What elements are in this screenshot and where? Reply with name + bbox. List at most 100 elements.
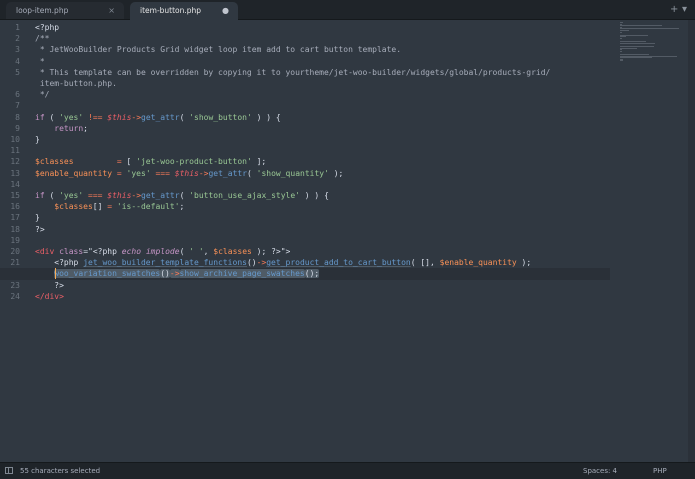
line-number: 2: [15, 34, 20, 44]
code-token: ->: [256, 258, 267, 268]
line-number: 1: [15, 23, 20, 32]
code-line[interactable]: ?>: [35, 224, 45, 235]
code-token: */: [35, 90, 50, 100]
code-line[interactable]: $classes = [ 'jet-woo-product-button' ];: [35, 156, 266, 167]
code-token: (: [179, 112, 190, 122]
code-token: jet_woo_builder_template_functions: [83, 258, 247, 268]
line-number: 12: [10, 157, 20, 167]
code-token: </div>: [35, 291, 64, 301]
unsaved-dot-icon[interactable]: ●: [222, 2, 229, 19]
code-token: 'show_quantity': [256, 168, 329, 178]
line-number: [0, 78, 20, 89]
code-line[interactable]: woo_variation_swatches()->show_archive_p…: [35, 268, 320, 279]
code-token: 'yes': [59, 191, 84, 200]
code-token: !==: [88, 112, 103, 122]
code-token: ?>: [271, 247, 281, 256]
status-bar: 55 characters selected Spaces: 4 PHP: [0, 462, 695, 479]
code-editor[interactable]: 123456789101112131415161718192021222324 …: [0, 20, 695, 462]
code-token: ' ': [189, 247, 204, 256]
line-number: 10: [10, 135, 20, 144]
line-number: 20: [10, 247, 20, 256]
code-line[interactable]: $enable_quantity = 'yes' === $this->get_…: [35, 168, 343, 179]
code-token: item-button.php.: [35, 79, 117, 88]
code-token: );: [328, 168, 344, 178]
line-number: 6: [15, 90, 20, 100]
line-number: 3: [15, 45, 20, 55]
code-line[interactable]: $classes[] = 'is--default';: [35, 201, 184, 212]
tab-bar: loop-item.php × item-button.php ● + ▾: [0, 0, 695, 20]
code-token: 'jet-woo-product-button': [136, 157, 252, 167]
code-line[interactable]: /**: [35, 33, 49, 44]
minimap-line: [620, 57, 653, 59]
code-line[interactable]: <?php: [35, 22, 59, 33]
tab-loop-item[interactable]: loop-item.php ×: [6, 2, 124, 19]
minimap-line: [620, 38, 622, 39]
code-token: ?>: [54, 280, 64, 290]
code-line[interactable]: <div class="<?php echo implode( ' ', $cl…: [35, 246, 290, 257]
syntax-setting[interactable]: PHP: [653, 463, 667, 479]
code-token: ) ) {: [299, 191, 329, 200]
code-line[interactable]: item-button.php.: [35, 78, 117, 89]
line-number: 15: [10, 191, 20, 200]
code-line[interactable]: *: [35, 56, 45, 67]
code-token: (: [44, 191, 60, 200]
code-token: 'yes': [126, 168, 151, 178]
minimap-line: [620, 42, 656, 44]
code-token: $classes: [35, 157, 74, 167]
line-number: 17: [10, 213, 20, 223]
code-line[interactable]: if ( 'yes' !== $this->get_attr( 'show_bu…: [35, 112, 281, 123]
code-token: $enable_quantity: [439, 258, 517, 268]
code-token: ();: [304, 269, 320, 279]
code-token: class: [59, 247, 84, 256]
tab-menu-icon[interactable]: ▾: [682, 2, 687, 17]
code-token: <div: [35, 247, 55, 256]
code-token: ;: [179, 202, 185, 212]
code-token: woo_variation_swatches: [54, 269, 161, 279]
panel-toggle-icon[interactable]: [5, 467, 13, 474]
code-token: ( [],: [410, 258, 440, 268]
code-line[interactable]: <?php jet_woo_builder_template_functions…: [35, 257, 531, 268]
code-token: ->: [169, 269, 180, 279]
minimap-line: [620, 25, 662, 27]
vertical-scrollbar[interactable]: [688, 20, 695, 462]
line-number: 11: [10, 146, 20, 156]
code-token: (: [179, 191, 190, 200]
code-token: return: [54, 123, 84, 133]
code-line[interactable]: if ( 'yes' === $this->get_attr( 'button_…: [35, 190, 329, 201]
minimap-line: [620, 60, 624, 62]
code-line[interactable]: }: [35, 212, 40, 223]
text-cursor: [55, 268, 56, 280]
line-number: 21: [10, 258, 20, 268]
line-number: 13: [10, 168, 20, 178]
code-token: get_attr: [141, 191, 180, 200]
minimap[interactable]: [612, 20, 695, 462]
code-token: }: [35, 213, 40, 223]
code-token: get_product_add_to_cart_button: [266, 258, 411, 268]
tab-item-button[interactable]: item-button.php ●: [130, 2, 238, 20]
code-line[interactable]: </div>: [35, 291, 64, 302]
code-token: $classes: [54, 202, 93, 212]
code-token: show_archive_page_swatches: [179, 269, 305, 279]
code-line[interactable]: }: [35, 134, 40, 145]
selection-status: 55 characters selected: [20, 467, 101, 475]
minimap-line: [620, 47, 638, 49]
line-number: 4: [15, 56, 20, 66]
code-line[interactable]: ?>: [35, 280, 64, 291]
code-token: $this: [107, 191, 132, 200]
code-token: $this: [107, 112, 132, 122]
code-line[interactable]: return;: [35, 123, 88, 134]
code-token: ">: [280, 247, 291, 256]
code-token: * JetWooBuilder Products Grid widget loo…: [35, 45, 402, 55]
line-number: 18: [10, 224, 20, 234]
new-tab-icon[interactable]: +: [670, 2, 678, 17]
indentation-setting[interactable]: Spaces: 4: [583, 463, 617, 479]
code-line[interactable]: */: [35, 89, 50, 100]
code-line[interactable]: * JetWooBuilder Products Grid widget loo…: [35, 44, 401, 55]
line-number: 16: [10, 202, 20, 212]
code-token: );: [516, 258, 532, 268]
tab-close-icon[interactable]: ×: [108, 2, 115, 19]
code-line[interactable]: * This template can be overridden by cop…: [35, 67, 551, 78]
code-token: echo: [121, 247, 142, 256]
